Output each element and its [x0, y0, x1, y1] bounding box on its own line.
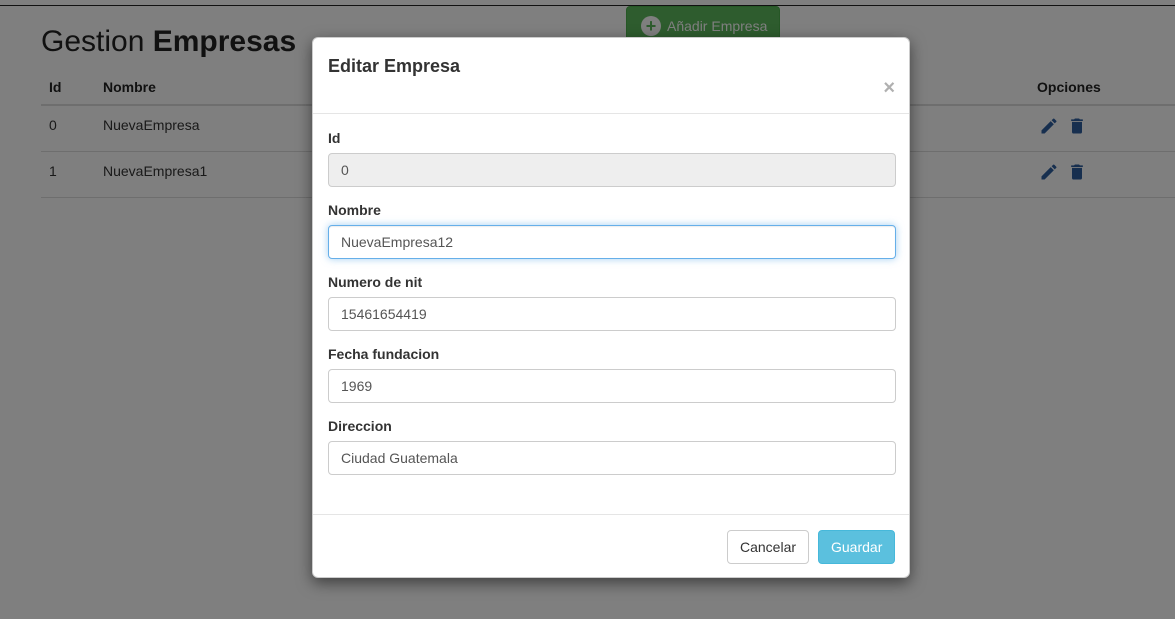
- form-group-nombre: Nombre: [328, 202, 896, 259]
- form-group-direccion: Direccion: [328, 418, 896, 475]
- modal-body: Id Nombre Numero de nit Fecha fundacion …: [313, 114, 909, 514]
- modal-header: Editar Empresa ×: [313, 38, 909, 114]
- cancel-button[interactable]: Cancelar: [727, 530, 809, 564]
- form-group-id: Id: [328, 130, 896, 187]
- modal-footer: Cancelar Guardar: [313, 514, 909, 578]
- nombre-field[interactable]: [328, 225, 896, 259]
- direccion-field[interactable]: [328, 441, 896, 475]
- save-button[interactable]: Guardar: [818, 530, 895, 564]
- nit-field[interactable]: [328, 297, 896, 331]
- id-label: Id: [328, 130, 341, 146]
- close-icon[interactable]: ×: [883, 78, 895, 98]
- modal-title: Editar Empresa: [328, 56, 461, 76]
- nombre-label: Nombre: [328, 202, 381, 218]
- fecha-fundacion-field[interactable]: [328, 369, 896, 403]
- edit-company-modal: Editar Empresa × Id Nombre Numero de nit…: [312, 37, 910, 578]
- direccion-label: Direccion: [328, 418, 392, 434]
- form-group-fecha: Fecha fundacion: [328, 346, 896, 403]
- fecha-label: Fecha fundacion: [328, 346, 440, 362]
- form-group-nit: Numero de nit: [328, 274, 896, 331]
- id-field: [328, 153, 896, 187]
- nit-label: Numero de nit: [328, 274, 423, 290]
